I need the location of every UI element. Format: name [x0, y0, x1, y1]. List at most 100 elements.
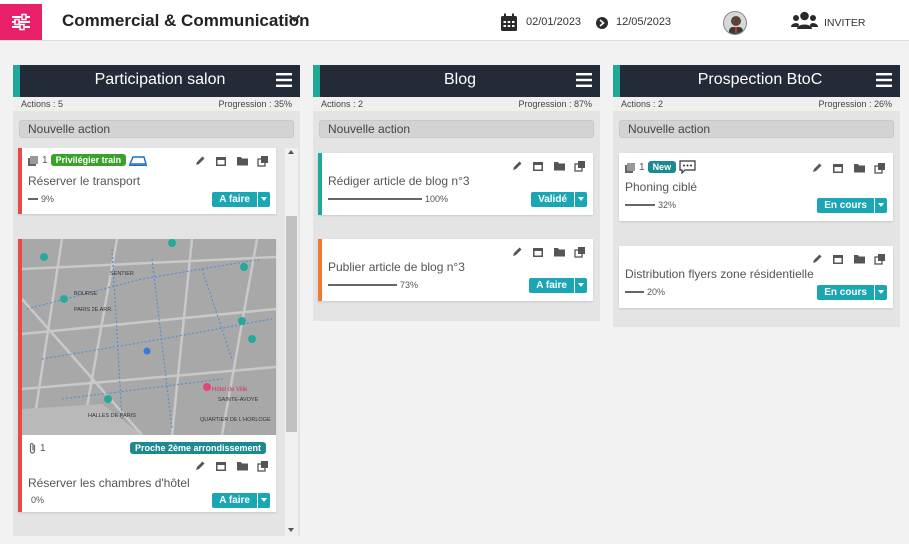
duplicate-icon[interactable] [874, 252, 887, 265]
column-blog: Blog Actions : 2 Progression : 87% Nouve… [313, 65, 600, 321]
menu-icon[interactable] [276, 73, 292, 87]
chevron-down-icon[interactable] [875, 285, 887, 300]
filters-menu-button[interactable] [0, 4, 42, 40]
edit-icon[interactable] [194, 459, 207, 471]
edit-icon[interactable] [511, 245, 524, 257]
calendar-icon[interactable] [500, 13, 518, 32]
card-title[interactable]: Réserver les chambres d'hôtel [28, 476, 190, 490]
duplicate-icon[interactable] [874, 161, 887, 174]
edit-icon[interactable] [511, 159, 524, 171]
edit-icon[interactable] [811, 161, 824, 173]
card-actions [194, 154, 270, 167]
status-label[interactable]: En cours [817, 285, 874, 300]
start-date[interactable]: 02/01/2023 [526, 16, 581, 28]
map-label: BOURSE [74, 291, 98, 297]
scrollbar[interactable] [285, 148, 298, 536]
users-icon[interactable] [791, 11, 818, 31]
chevron-down-icon[interactable] [575, 278, 587, 293]
calendar-icon[interactable] [215, 154, 228, 166]
action-card[interactable]: 1 Privilégier train Réserver le transpor… [18, 148, 276, 214]
card-progress: 20% [625, 287, 665, 297]
status-label[interactable]: A faire [212, 192, 257, 207]
duplicate-icon[interactable] [574, 245, 587, 258]
duplicate-icon[interactable] [257, 154, 270, 167]
card-actions [511, 159, 587, 172]
calendar-icon[interactable] [532, 159, 545, 171]
edit-icon[interactable] [194, 154, 207, 166]
column-header: Participation salon [13, 65, 300, 97]
status-dropdown[interactable]: En cours [817, 198, 887, 213]
tag-badge[interactable]: Proche 2ème arrondissement [129, 442, 266, 454]
subtask-count: 1 [42, 154, 48, 166]
status-dropdown[interactable]: En cours [817, 285, 887, 300]
chevron-down-icon[interactable] [258, 493, 270, 508]
progress-bar [328, 284, 397, 286]
chevron-down-icon[interactable] [288, 14, 301, 23]
card-title[interactable]: Publier article de blog n°3 [328, 260, 465, 274]
menu-icon[interactable] [576, 73, 592, 87]
comment-icon[interactable] [679, 160, 696, 174]
folder-icon[interactable] [236, 154, 249, 166]
arrow-right-icon [596, 17, 608, 29]
map-image: SENTIER BOURSE PARIS 2E ARR. HALLES DE P… [22, 239, 276, 435]
calendar-icon[interactable] [832, 161, 845, 173]
duplicate-icon[interactable] [574, 159, 587, 172]
action-card[interactable]: SENTIER BOURSE PARIS 2E ARR. HALLES DE P… [18, 239, 276, 512]
action-card[interactable]: Distribution flyers zone résidentielle 2… [619, 246, 893, 308]
new-action-button[interactable]: Nouvelle action [619, 120, 894, 138]
status-label[interactable]: A faire [212, 493, 257, 508]
new-action-button[interactable]: Nouvelle action [319, 120, 594, 138]
folder-icon[interactable] [553, 245, 566, 257]
folder-icon[interactable] [853, 161, 866, 173]
card-title[interactable]: Phoning ciblé [625, 180, 697, 194]
status-dropdown[interactable]: Validé [531, 192, 587, 207]
chevron-down-icon[interactable] [875, 198, 887, 213]
menu-icon[interactable] [876, 73, 892, 87]
card-progress: 100% [328, 194, 448, 204]
card-title[interactable]: Distribution flyers zone résidentielle [625, 267, 814, 281]
status-label[interactable]: Validé [531, 192, 574, 207]
tag-badge[interactable]: Privilégier train [50, 154, 127, 166]
folder-icon[interactable] [853, 252, 866, 264]
status-label[interactable]: A faire [529, 278, 574, 293]
card-title[interactable]: Réserver le transport [28, 174, 140, 188]
scroll-up-arrow[interactable] [288, 150, 294, 154]
status-dropdown[interactable]: A faire [529, 278, 587, 293]
calendar-icon[interactable] [832, 252, 845, 264]
card-actions [811, 161, 887, 174]
column-progress: Progression : 26% [818, 99, 892, 109]
column-stats: Actions : 2 Progression : 26% [613, 97, 900, 111]
tag-badge[interactable]: New [647, 161, 677, 173]
action-card[interactable]: Rédiger article de blog n°3 100% Validé [318, 153, 593, 215]
action-card[interactable]: 1 New Phoning ciblé 32% En cours [619, 153, 893, 221]
user-avatar[interactable] [723, 11, 747, 35]
status-dropdown[interactable]: A faire [212, 192, 270, 207]
new-action-button[interactable]: Nouvelle action [19, 120, 294, 138]
train-icon [129, 156, 148, 166]
invite-button[interactable]: INVITER [824, 17, 865, 29]
calendar-icon[interactable] [215, 459, 228, 471]
attachment-count: 1 [40, 442, 46, 454]
status-label[interactable]: En cours [817, 198, 874, 213]
card-actions [811, 252, 887, 265]
duplicate-icon[interactable] [257, 459, 270, 472]
action-card[interactable]: Publier article de blog n°3 73% A faire [318, 239, 593, 301]
edit-icon[interactable] [811, 252, 824, 264]
column-header: Prospection BtoC [613, 65, 900, 97]
column-participation-salon: Participation salon Actions : 5 Progress… [13, 65, 300, 536]
end-date[interactable]: 12/05/2023 [616, 16, 671, 28]
card-meta: 1 [28, 442, 46, 454]
chevron-down-icon[interactable] [258, 192, 270, 207]
card-title[interactable]: Rédiger article de blog n°3 [328, 174, 470, 188]
project-title[interactable]: Commercial & Communication [62, 11, 310, 31]
scrollbar-thumb[interactable] [286, 216, 297, 432]
status-dropdown[interactable]: A faire [212, 493, 270, 508]
chevron-down-icon[interactable] [575, 192, 587, 207]
folder-icon[interactable] [553, 159, 566, 171]
card-meta: 1 Privilégier train [28, 154, 148, 166]
calendar-icon[interactable] [532, 245, 545, 257]
progress-bar [28, 198, 38, 200]
progress-bar [625, 204, 655, 206]
scroll-down-arrow[interactable] [288, 528, 294, 532]
folder-icon[interactable] [236, 459, 249, 471]
